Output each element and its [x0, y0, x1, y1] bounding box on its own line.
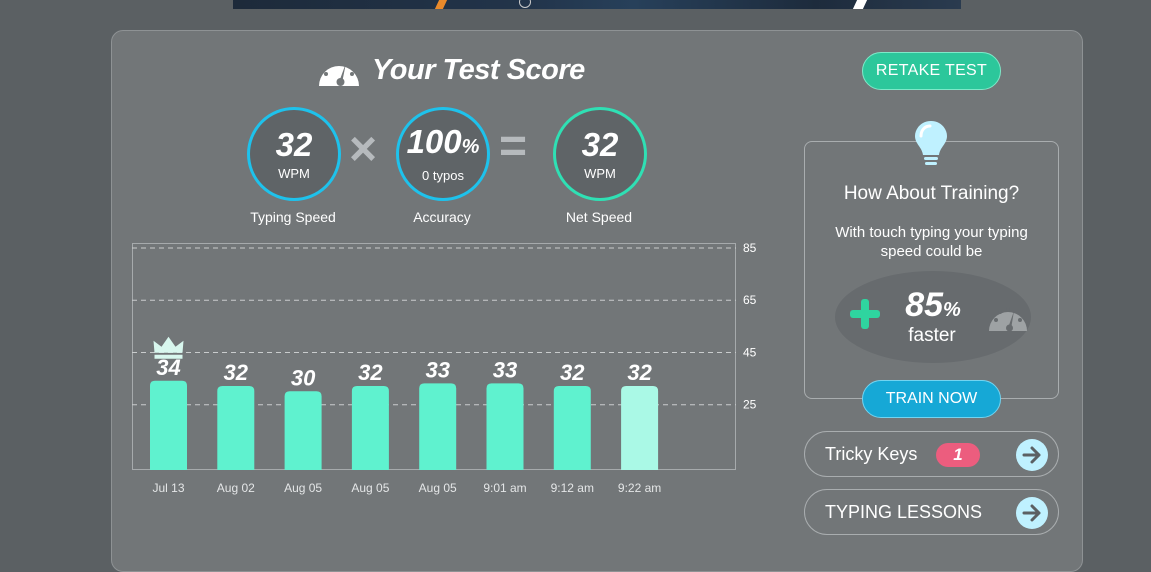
chart-bar [150, 380, 187, 470]
y-tick-label: 25 [743, 398, 757, 412]
tricky-keys-count-badge: 1 [936, 443, 980, 467]
banner-stripe [852, 0, 868, 9]
chart-bar [553, 386, 591, 470]
top-banner-ad[interactable] [233, 0, 961, 9]
tricky-keys-label: Tricky Keys [825, 444, 918, 464]
accuracy-circle: 100% 0 typos [396, 107, 490, 201]
x-tick-label: Aug 05 [284, 481, 322, 495]
retake-test-button[interactable]: RETAKE TEST [862, 52, 1001, 90]
x-tick-label: Aug 02 [217, 481, 255, 495]
typing-speed-value: 32 [275, 125, 313, 163]
typing-speed-circle: 32 WPM [247, 107, 341, 201]
percent-sign: % [461, 136, 480, 158]
chart-bar [284, 391, 322, 470]
bar-value-label: 32 [358, 360, 383, 385]
typing-speed-stat: 32 WPM Typing Speed [247, 107, 341, 225]
x-tick-label: Aug 05 [419, 481, 457, 495]
typing-speed-label: Typing Speed [250, 209, 336, 225]
typing-lessons-label: TYPING LESSONS [825, 502, 983, 522]
improvement-value: 85 [905, 286, 944, 324]
plus-icon [850, 299, 880, 329]
training-description: With touch typing your typing speed coul… [835, 224, 1028, 260]
x-tick-label: Aug 05 [351, 481, 389, 495]
train-now-button[interactable]: TRAIN NOW [862, 380, 1001, 418]
improvement-percent: % [943, 299, 961, 321]
arrow-right-icon[interactable] [1016, 497, 1048, 529]
x-tick-label: 9:01 am [483, 481, 526, 495]
tricky-keys-link[interactable]: Tricky Keys 1 [804, 431, 1059, 477]
accuracy-value-line: 100% [407, 125, 480, 164]
bar-value-label: 30 [291, 365, 316, 390]
net-speed-circle: 32 WPM [553, 107, 647, 201]
arrow-right-icon[interactable] [1016, 439, 1048, 471]
lightbulb-icon [915, 121, 947, 165]
bar-value-label: 32 [224, 360, 249, 385]
page-title: Your Test Score [316, 50, 585, 90]
x-tick-label: 9:12 am [551, 481, 594, 495]
equals-icon: = [499, 120, 528, 173]
accuracy-value: 100 [406, 123, 462, 160]
y-tick-label: 45 [743, 345, 757, 359]
net-speed-stat: 32 WPM Net Speed [553, 107, 647, 225]
x-tick-label: Jul 13 [152, 481, 184, 495]
typing-lessons-link[interactable]: TYPING LESSONS [804, 489, 1059, 535]
chart-bar [621, 386, 659, 470]
faster-label: faster [908, 325, 956, 346]
bar-value-label: 32 [627, 360, 652, 385]
chart-bar [351, 386, 389, 470]
net-speed-label: Net Speed [565, 209, 633, 225]
speedometer-icon [989, 307, 1027, 332]
net-speed-unit: WPM [584, 165, 616, 181]
speedometer-icon [319, 59, 359, 86]
typing-speed-unit: WPM [278, 165, 310, 181]
bar-value-label: 33 [425, 357, 449, 382]
typos-count: 0 typos [422, 168, 464, 183]
multiply-icon: × [349, 123, 378, 176]
crown-icon [153, 336, 184, 359]
y-tick-label: 65 [743, 293, 757, 307]
chart-bar [217, 386, 255, 470]
chart-bar [486, 383, 524, 470]
net-speed-value: 32 [581, 125, 619, 163]
y-tick-label: 85 [743, 241, 757, 255]
improvement-value-line: 85% [898, 286, 968, 325]
banner-stripe [434, 0, 448, 9]
banner-logo [519, 0, 531, 8]
accuracy-stat: 100% 0 typos Accuracy [396, 107, 490, 225]
chart-bar [419, 383, 457, 470]
training-title: How About Training? [843, 183, 1020, 204]
bar-value-label: 32 [560, 360, 585, 385]
x-tick-label: 9:22 am [618, 481, 661, 495]
accuracy-label: Accuracy [413, 209, 471, 225]
history-bar-chart: 2545658534Jul 1332Aug 0230Aug 0532Aug 05… [132, 241, 757, 495]
bar-value-label: 33 [493, 357, 517, 382]
title-text: Your Test Score [372, 53, 585, 86]
